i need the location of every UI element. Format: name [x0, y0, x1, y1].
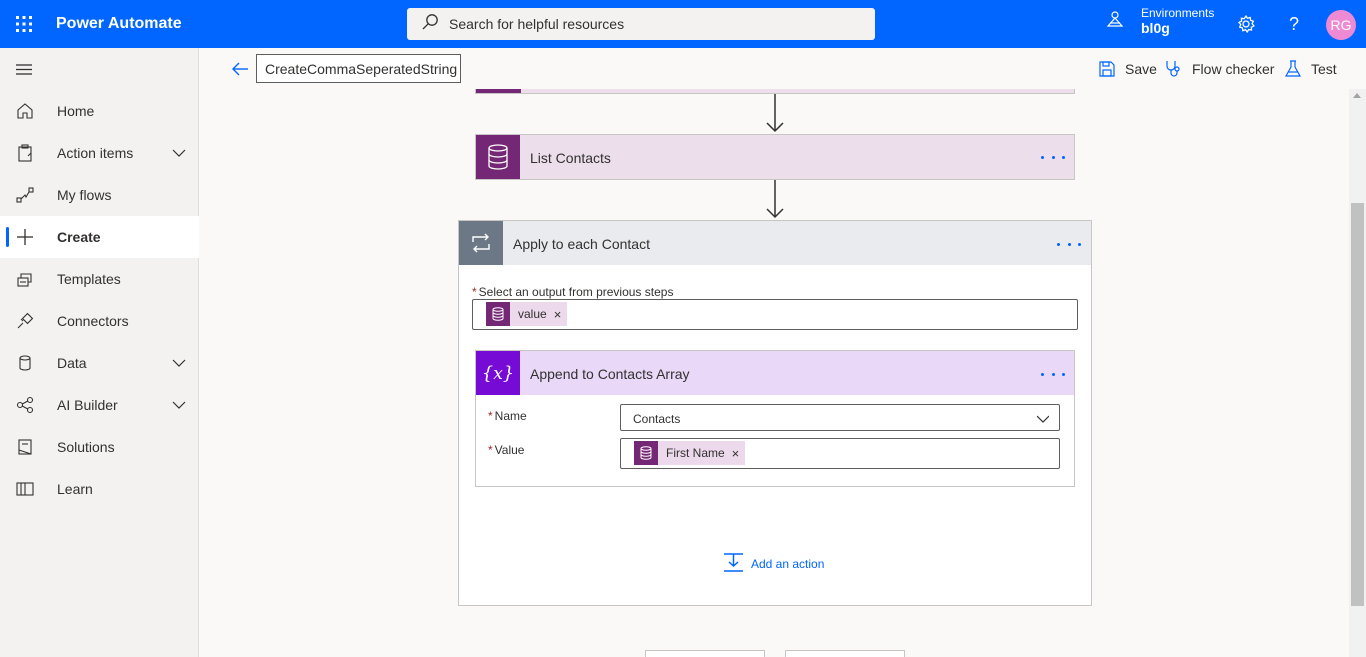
- save-step-button[interactable]: [785, 650, 905, 657]
- sidebar-item-ai-builder[interactable]: AI Builder: [0, 384, 199, 426]
- output-field-label: * Select an output from previous steps: [472, 285, 674, 299]
- sidebar-item-action-items[interactable]: Action items: [0, 132, 199, 174]
- hamburger-menu-icon[interactable]: [14, 60, 36, 78]
- scroll-up-arrow-icon[interactable]: [1353, 93, 1361, 98]
- sidebar-item-connectors[interactable]: Connectors: [0, 300, 199, 342]
- clipboard-icon: [16, 144, 34, 162]
- save-button[interactable]: Save: [1098, 59, 1157, 79]
- flow-name-input[interactable]: CreateCommaSeperatedString: [256, 54, 461, 83]
- flow-checker-button[interactable]: Flow checker: [1165, 59, 1274, 79]
- card-title: List Contacts: [530, 150, 611, 166]
- stethoscope-icon: [1165, 60, 1183, 78]
- save-label: Save: [1125, 61, 1157, 77]
- variable-icon: {x}: [476, 351, 520, 395]
- environment-picker[interactable]: Environments bl0g: [1105, 6, 1214, 36]
- add-action-label: Add an action: [751, 557, 825, 571]
- dataverse-icon: [634, 441, 658, 465]
- token-label: First Name: [666, 446, 725, 460]
- environment-label: Environments: [1141, 6, 1215, 20]
- sidebar-item-learn[interactable]: Learn: [0, 468, 199, 510]
- connector-arrow-icon: [766, 180, 784, 219]
- sidebar-item-label: Data: [57, 355, 87, 371]
- connector-icon: [16, 312, 34, 330]
- sidebar-item-label: My flows: [57, 187, 112, 203]
- dataverse-icon: [486, 302, 510, 326]
- card-title: Append to Contacts Array: [530, 366, 690, 382]
- database-icon: [16, 354, 34, 372]
- search-icon: [421, 13, 439, 36]
- list-contacts-card[interactable]: List Contacts: [475, 134, 1075, 180]
- more-options-icon[interactable]: [1057, 243, 1081, 249]
- token-label: value: [518, 307, 547, 321]
- ai-builder-icon: [16, 396, 34, 414]
- scrollbar-thumb[interactable]: [1351, 203, 1364, 606]
- flow-icon: [16, 186, 34, 204]
- sidebar-item-label: Action items: [57, 145, 134, 161]
- sidebar-item-label: Templates: [57, 271, 121, 287]
- sidebar-item-my-flows[interactable]: My flows: [0, 174, 199, 216]
- home-icon: [16, 102, 34, 120]
- plus-icon: [16, 228, 34, 246]
- app-name[interactable]: Power Automate: [56, 15, 182, 33]
- value-field-label: * Value: [488, 443, 525, 457]
- sidebar-item-data[interactable]: Data: [0, 342, 199, 384]
- card-title: Apply to each Contact: [513, 236, 650, 252]
- chevron-down-icon[interactable]: [172, 146, 186, 160]
- loop-icon: [459, 221, 503, 265]
- sidebar-item-templates[interactable]: Templates: [0, 258, 199, 300]
- name-dropdown[interactable]: Contacts: [620, 404, 1060, 431]
- remove-token-icon[interactable]: ×: [554, 307, 562, 322]
- remove-token-icon[interactable]: ×: [732, 446, 740, 461]
- sidebar-item-create[interactable]: Create: [0, 216, 199, 258]
- avatar[interactable]: RG: [1326, 10, 1356, 40]
- chevron-down-icon[interactable]: [172, 356, 186, 370]
- book-icon: [16, 480, 34, 498]
- sidebar-item-label: AI Builder: [57, 397, 118, 413]
- command-bar: CreateCommaSeperatedString Save Flow che…: [200, 48, 1366, 89]
- back-arrow-icon[interactable]: [230, 59, 250, 79]
- sidebar-item-label: Connectors: [57, 313, 129, 329]
- sidebar: Home Action items My flows Create Templa…: [0, 48, 199, 657]
- search-placeholder: Search for helpful resources: [449, 16, 625, 32]
- sidebar-item-label: Create: [57, 229, 101, 245]
- more-options-icon[interactable]: [1041, 373, 1065, 379]
- value-token[interactable]: value ×: [486, 302, 568, 326]
- chevron-down-icon[interactable]: [172, 398, 186, 412]
- save-icon: [1098, 60, 1116, 78]
- canvas-scrollbar[interactable]: [1349, 89, 1366, 657]
- sidebar-item-label: Learn: [57, 481, 93, 497]
- name-field-label: * Name: [488, 409, 527, 423]
- templates-icon: [16, 270, 34, 288]
- sidebar-item-home[interactable]: Home: [0, 90, 199, 132]
- flow-checker-label: Flow checker: [1192, 61, 1275, 77]
- search-box[interactable]: Search for helpful resources: [407, 8, 875, 40]
- chevron-down-icon[interactable]: [1036, 413, 1050, 427]
- sidebar-item-label: Home: [57, 103, 95, 119]
- app-launcher-icon[interactable]: [0, 0, 48, 48]
- dataverse-icon: [476, 135, 520, 179]
- add-action-button[interactable]: Add an action: [723, 552, 824, 576]
- test-button[interactable]: Test: [1284, 59, 1337, 79]
- environment-value: bl0g: [1141, 20, 1170, 36]
- environment-icon: [1105, 9, 1125, 34]
- solutions-icon: [16, 438, 34, 456]
- connector-arrow-icon: [766, 94, 784, 133]
- add-action-icon: [723, 552, 744, 576]
- sidebar-item-solutions[interactable]: Solutions: [0, 426, 199, 468]
- more-options-icon[interactable]: [1041, 156, 1065, 162]
- test-label: Test: [1311, 61, 1337, 77]
- new-step-button[interactable]: [645, 650, 765, 657]
- flask-icon: [1284, 60, 1302, 78]
- sidebar-item-label: Solutions: [57, 439, 115, 455]
- name-dropdown-value: Contacts: [633, 412, 681, 426]
- help-icon[interactable]: ?: [1282, 12, 1306, 36]
- settings-gear-icon[interactable]: [1234, 12, 1258, 36]
- first-name-token[interactable]: First Name ×: [634, 441, 746, 465]
